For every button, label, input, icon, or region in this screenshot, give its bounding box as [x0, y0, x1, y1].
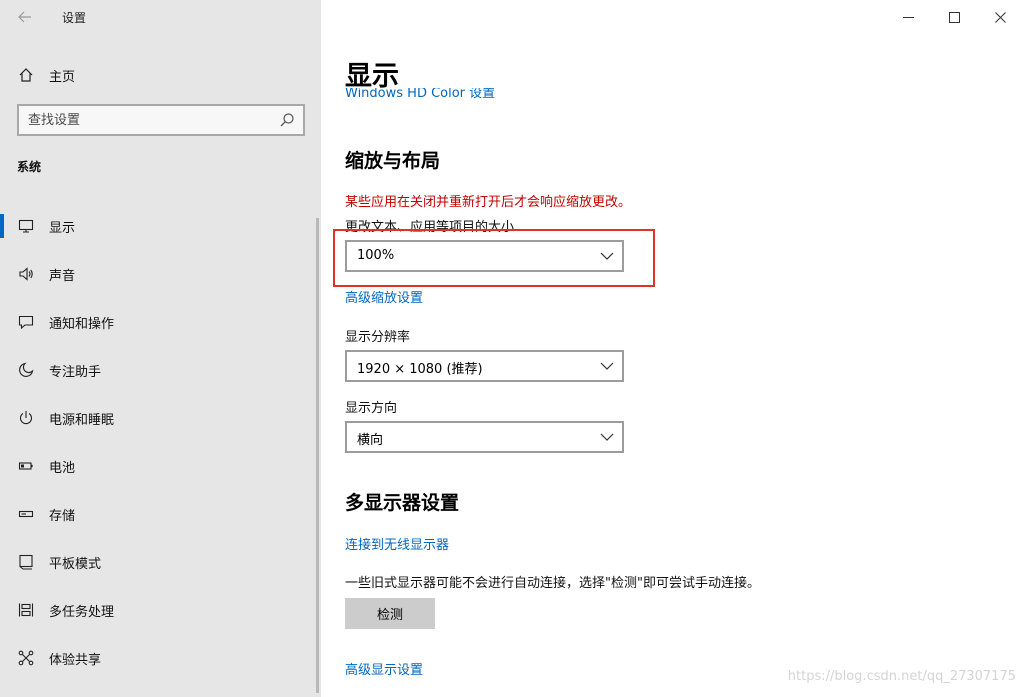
sidebar-item-home[interactable]: 主页: [0, 60, 321, 90]
sidebar-item-label: 电池: [49, 461, 76, 476]
storage-icon: [16, 504, 36, 524]
home-icon: [16, 65, 36, 85]
multitask-icon: [16, 600, 36, 620]
orientation-label: 显示方向: [345, 401, 398, 416]
sidebar-item-notifications[interactable]: 通知和操作: [0, 302, 321, 342]
detect-info-text: 一些旧式显示器可能不会进行自动连接，选择"检测"即可尝试手动连接。: [345, 576, 760, 591]
chevron-down-icon: [600, 362, 614, 370]
chevron-down-icon: [600, 433, 614, 441]
sidebar-scrollbar[interactable]: [316, 218, 319, 693]
advanced-scaling-link[interactable]: 高级缩放设置: [345, 287, 423, 306]
back-button[interactable]: [10, 6, 40, 28]
section-label: 系统: [17, 160, 42, 174]
power-icon: [16, 408, 36, 428]
detect-button[interactable]: 检测: [345, 598, 435, 629]
sidebar-item-label: 通知和操作: [49, 317, 115, 332]
sidebar-item-sound[interactable]: 声音: [0, 254, 321, 294]
maximize-button[interactable]: [931, 0, 977, 34]
sidebar-item-label: 多任务处理: [49, 605, 115, 620]
sidebar-item-label: 主页: [49, 70, 76, 85]
resolution-dropdown[interactable]: 1920 × 1080 (推荐): [345, 350, 624, 382]
sidebar-item-power-sleep[interactable]: 电源和睡眠: [0, 398, 321, 438]
resolution-dropdown-value: 1920 × 1080 (推荐): [357, 362, 483, 377]
search-icon[interactable]: [279, 112, 295, 128]
arrow-left-icon: [18, 11, 31, 23]
maximize-icon: [948, 11, 960, 23]
close-button[interactable]: [977, 0, 1023, 34]
battery-icon: [16, 456, 36, 476]
sidebar-item-storage[interactable]: 存储: [0, 494, 321, 534]
monitor-icon: [16, 216, 36, 236]
scale-layout-heading: 缩放与布局: [345, 150, 441, 172]
sidebar-item-focus-assist[interactable]: 专注助手: [0, 350, 321, 390]
orientation-dropdown-value: 横向: [357, 433, 384, 448]
advanced-display-link[interactable]: 高级显示设置: [345, 659, 423, 678]
sidebar-item-label: 显示: [49, 221, 76, 236]
orientation-dropdown[interactable]: 横向: [345, 421, 624, 453]
sidebar-item-tablet-mode[interactable]: 平板模式: [0, 542, 321, 582]
share-icon: [16, 648, 36, 668]
message-icon: [16, 312, 36, 332]
sidebar-item-label: 专注助手: [49, 365, 102, 380]
hd-color-link[interactable]: Windows HD Color 设置: [345, 88, 495, 101]
search-input[interactable]: [19, 106, 259, 134]
window-title: 设置: [62, 11, 87, 25]
title-bar: 设置: [0, 0, 321, 34]
scale-warning-text: 某些应用在关闭并重新打开后才会响应缩放更改。: [345, 195, 632, 210]
wireless-display-link[interactable]: 连接到无线显示器: [345, 534, 449, 553]
sidebar: 设置 主页 系统 显示 声音 通知和操作: [0, 0, 321, 697]
tablet-icon: [16, 552, 36, 572]
speaker-icon: [16, 264, 36, 284]
minimize-button[interactable]: [885, 0, 931, 34]
multi-display-heading: 多显示器设置: [345, 492, 460, 514]
search-field[interactable]: [17, 104, 305, 136]
highlight-annotation-box: [333, 229, 655, 287]
sidebar-item-label: 电源和睡眠: [49, 413, 115, 428]
minimize-icon: [902, 16, 914, 18]
sidebar-item-shared-experiences[interactable]: 体验共享: [0, 638, 321, 678]
main-content: 显示 Windows HD Color 设置 缩放与布局 某些应用在关闭并重新打…: [321, 0, 1024, 697]
sidebar-item-multitasking[interactable]: 多任务处理: [0, 590, 321, 630]
active-indicator: [0, 214, 4, 238]
close-icon: [994, 11, 1006, 23]
hd-color-link-clipped[interactable]: Windows HD Color 设置: [345, 88, 545, 102]
sidebar-item-label: 存储: [49, 509, 76, 524]
moon-icon: [16, 360, 36, 380]
sidebar-item-display[interactable]: 显示: [0, 206, 321, 246]
sidebar-item-battery[interactable]: 电池: [0, 446, 321, 486]
sidebar-item-label: 体验共享: [49, 653, 102, 668]
resolution-label: 显示分辨率: [345, 330, 411, 345]
sidebar-item-label: 平板模式: [49, 557, 102, 572]
sidebar-item-label: 声音: [49, 269, 76, 284]
watermark: https://blog.csdn.net/qq_27307175: [787, 669, 1016, 684]
